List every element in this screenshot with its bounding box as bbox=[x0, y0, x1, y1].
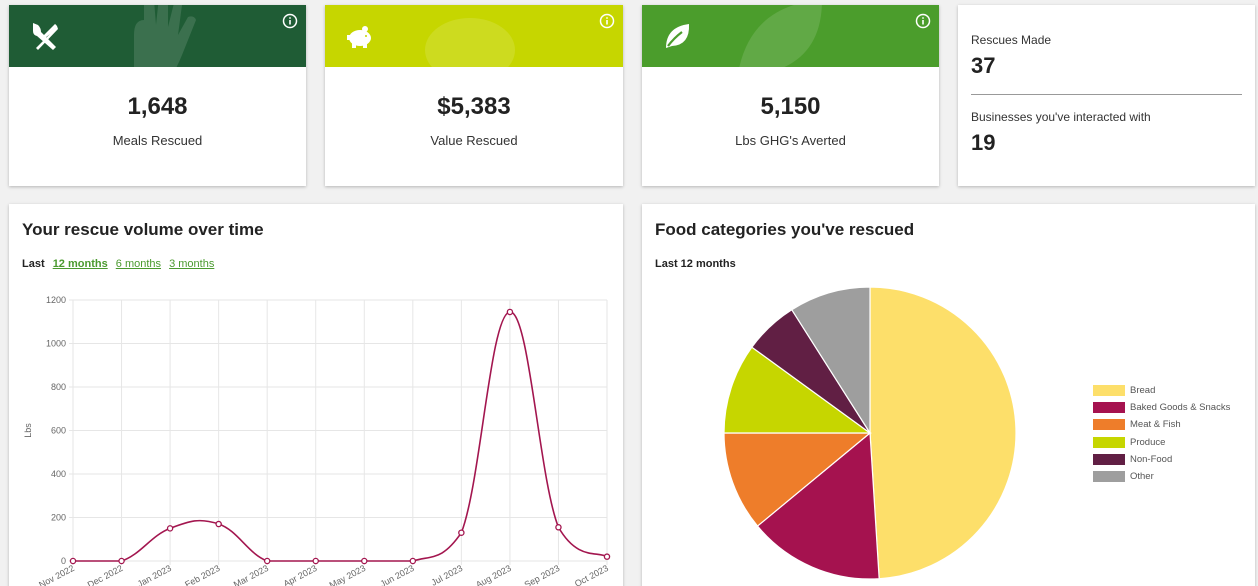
value-rescued-value: $5,383 bbox=[437, 93, 511, 120]
legend-item[interactable]: Baked Goods & Snacks bbox=[1093, 399, 1230, 416]
summary-divider bbox=[971, 94, 1242, 95]
y-tick-label: 200 bbox=[51, 513, 66, 523]
leaf-watermark-icon bbox=[739, 5, 822, 67]
x-tick-label: Jul 2023 bbox=[430, 563, 465, 586]
data-point bbox=[409, 557, 417, 565]
x-tick-label: Jan 2023 bbox=[136, 563, 173, 586]
pie-slice bbox=[869, 286, 1017, 580]
legend-swatch bbox=[1093, 385, 1125, 397]
piggy-bank-icon bbox=[347, 26, 371, 48]
x-tick-label: Nov 2022 bbox=[37, 563, 76, 586]
y-tick-label: 0 bbox=[61, 556, 66, 566]
x-tick-label: May 2023 bbox=[328, 563, 368, 586]
legend-item[interactable]: Produce bbox=[1093, 434, 1230, 451]
data-point bbox=[603, 553, 611, 560]
legend-swatch bbox=[1093, 436, 1125, 448]
data-point bbox=[118, 557, 125, 565]
ghg-card-header bbox=[642, 5, 939, 67]
data-point bbox=[506, 308, 514, 316]
x-tick-label: Oct 2023 bbox=[573, 563, 610, 586]
legend-label: Meat & Fish bbox=[1130, 419, 1181, 431]
summary-card: Rescues Made 37 Businesses you've intera… bbox=[958, 5, 1255, 186]
food-categories-pie bbox=[723, 286, 1017, 580]
hand-watermark-icon bbox=[134, 5, 196, 67]
ghg-averted-value: 5,150 bbox=[760, 93, 821, 120]
data-point bbox=[361, 557, 368, 565]
info-icon[interactable] bbox=[282, 13, 298, 29]
ghg-averted-label: Lbs GHG's Averted bbox=[735, 133, 846, 148]
legend-swatch bbox=[1093, 471, 1125, 483]
food-categories-panel: Food categories you've rescued Last 12 m… bbox=[642, 204, 1255, 586]
meals-rescued-label: Meals Rescued bbox=[112, 133, 203, 148]
data-point bbox=[263, 557, 271, 565]
legend-swatch bbox=[1093, 402, 1125, 414]
data-point bbox=[69, 557, 77, 565]
x-tick-label: Apr 2023 bbox=[282, 563, 319, 586]
info-icon[interactable] bbox=[599, 13, 615, 29]
legend-swatch bbox=[1093, 419, 1125, 431]
legend-label: Produce bbox=[1130, 436, 1166, 448]
x-tick-label: Feb 2023 bbox=[183, 563, 221, 586]
x-tick-label: Jun 2023 bbox=[378, 563, 415, 586]
data-point bbox=[458, 529, 465, 536]
piggy-watermark-icon bbox=[425, 18, 515, 67]
legend-item[interactable]: Meat & Fish bbox=[1093, 416, 1230, 433]
value-rescued-label: Value Rescued bbox=[430, 133, 518, 148]
leaf-icon bbox=[666, 24, 690, 48]
rescue-volume-panel: Your rescue volume over time Last 12 mon… bbox=[9, 204, 623, 586]
meals-rescued-value: 1,648 bbox=[127, 93, 188, 120]
value-rescued-card: $5,383 Value Rescued bbox=[325, 5, 623, 186]
legend-item[interactable]: Non-Food bbox=[1093, 451, 1230, 468]
x-tick-label: Aug 2023 bbox=[474, 563, 513, 586]
data-point bbox=[166, 525, 174, 532]
legend-label: Baked Goods & Snacks bbox=[1130, 402, 1231, 414]
data-point bbox=[555, 524, 562, 531]
x-tick-label: Mar 2023 bbox=[232, 563, 270, 586]
value-card-header bbox=[325, 5, 623, 67]
data-point bbox=[215, 520, 222, 528]
y-tick-label: 800 bbox=[51, 382, 66, 392]
meals-rescued-card: 1,648 Meals Rescued bbox=[9, 5, 306, 186]
rescue-volume-chart: 0 200 400 600 800 1000 1200 Nov 2022 Dec 2022 Jan… bbox=[23, 295, 611, 586]
y-axis-label: Lbs bbox=[23, 423, 33, 438]
y-tick-label: 1200 bbox=[46, 295, 66, 305]
info-icon[interactable] bbox=[915, 13, 931, 29]
series-line bbox=[73, 311, 608, 562]
legend-swatch bbox=[1093, 453, 1125, 465]
pie-legend: Bread Baked Goods & Snacks Meat & Fish Prod… bbox=[1093, 382, 1230, 485]
businesses-value: 19 bbox=[971, 130, 996, 155]
rescues-made-label: Rescues Made bbox=[971, 33, 1052, 47]
y-tick-label: 600 bbox=[51, 426, 66, 436]
legend-label: Other bbox=[1130, 471, 1154, 483]
x-tick-label: Dec 2022 bbox=[86, 563, 125, 586]
legend-item[interactable]: Other bbox=[1093, 468, 1230, 485]
legend-label: Bread bbox=[1130, 385, 1156, 397]
data-point bbox=[312, 557, 319, 565]
y-tick-label: 400 bbox=[51, 469, 66, 479]
legend-label: Non-Food bbox=[1130, 453, 1173, 465]
y-tick-label: 1000 bbox=[46, 339, 66, 349]
legend-item[interactable]: Bread bbox=[1093, 382, 1230, 399]
ghg-averted-card: 5,150 Lbs GHG's Averted bbox=[642, 5, 939, 186]
businesses-label: Businesses you've interacted with bbox=[971, 110, 1151, 124]
meals-card-header bbox=[9, 5, 306, 67]
fork-knife-icon bbox=[33, 23, 58, 50]
x-tick-label: Sep 2023 bbox=[523, 563, 562, 586]
rescues-made-value: 37 bbox=[971, 53, 996, 78]
